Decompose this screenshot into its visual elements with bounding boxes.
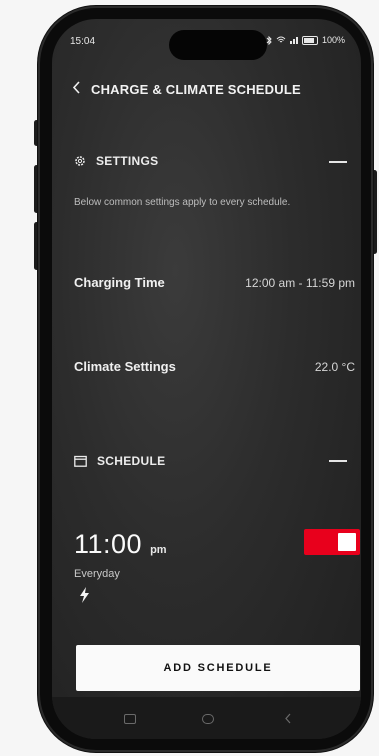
settings-collapse-icon[interactable]: [329, 161, 347, 163]
calendar-icon: [74, 455, 87, 467]
schedule-section-header[interactable]: SCHEDULE: [74, 454, 165, 468]
android-nav-bar: [52, 697, 361, 739]
dynamic-island: [169, 30, 267, 60]
charging-time-label: Charging Time: [74, 275, 165, 290]
settings-section-header[interactable]: SETTINGS: [74, 154, 158, 168]
page-title: CHARGE & CLIMATE SCHEDULE: [91, 82, 301, 97]
back-nav-icon[interactable]: [284, 713, 292, 724]
settings-section-label: SETTINGS: [96, 154, 159, 168]
schedule-frequency: Everyday: [74, 568, 120, 580]
schedule-ampm: pm: [150, 544, 167, 556]
schedule-section-label: SCHEDULE: [97, 454, 166, 468]
bolt-icon: [80, 587, 89, 603]
climate-settings-label: Climate Settings: [74, 359, 176, 374]
status-time: 15:04: [70, 36, 96, 47]
status-icons: 100%: [266, 35, 345, 45]
battery-percent: 100%: [321, 35, 345, 45]
schedule-time-value: 11:00: [74, 529, 143, 559]
add-schedule-button[interactable]: ADD SCHEDULE: [76, 645, 360, 691]
charging-time-row[interactable]: Charging Time 12:00 am - 11:59 pm: [74, 275, 355, 290]
recent-apps-icon[interactable]: [124, 714, 136, 724]
gear-icon: [75, 156, 85, 166]
battery-icon: [301, 35, 318, 45]
settings-description: Below common settings apply to every sch…: [74, 197, 291, 208]
climate-settings-value: 22.0 °C: [314, 359, 355, 374]
bluetooth-icon: [266, 35, 272, 45]
schedule-enable-toggle[interactable]: [304, 529, 360, 555]
app-screen: 15:04 100% CHARGE & CLIMATE SCHEDULE SET…: [52, 19, 361, 739]
schedule-item-time[interactable]: 11:00 pm: [74, 529, 167, 560]
wifi-icon: [276, 36, 286, 43]
cellular-signal-icon: [289, 36, 298, 44]
home-icon[interactable]: [202, 714, 214, 724]
charging-time-value: 12:00 am - 11:59 pm: [245, 275, 355, 290]
chevron-left-icon[interactable]: [72, 81, 81, 98]
page-header: CHARGE & CLIMATE SCHEDULE: [72, 81, 301, 98]
climate-settings-row[interactable]: Climate Settings 22.0 °C: [74, 359, 355, 374]
schedule-collapse-icon[interactable]: [329, 460, 347, 462]
toggle-knob: [338, 533, 356, 551]
